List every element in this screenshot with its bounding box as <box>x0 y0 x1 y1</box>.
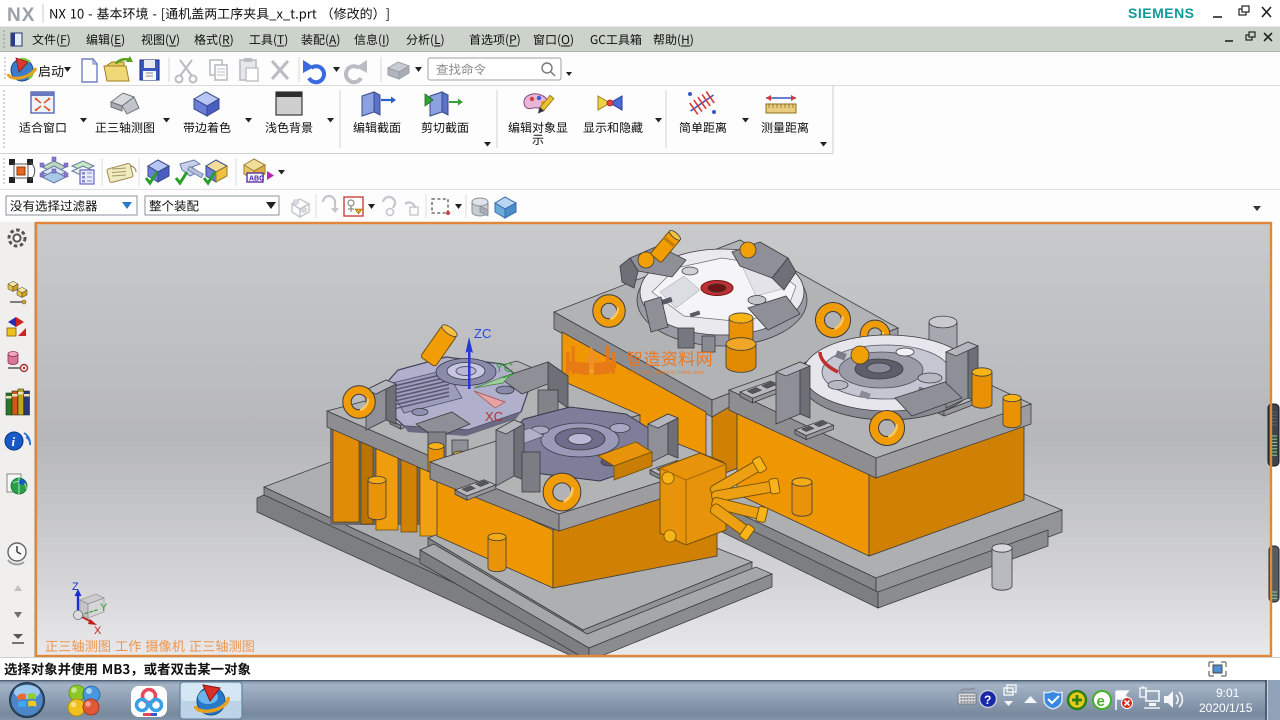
svg-text:9:01: 9:01 <box>1216 686 1240 700</box>
svg-text:YC: YC <box>495 360 513 375</box>
svg-text:Z: Z <box>72 581 79 593</box>
svg-text:NX: NX <box>7 5 35 26</box>
svg-text:X: X <box>94 625 102 637</box>
svg-text:i: i <box>12 434 16 449</box>
svg-text:2020/1/15: 2020/1/15 <box>1199 701 1253 715</box>
svg-text:ABC: ABC <box>249 176 264 183</box>
svg-text:?: ? <box>984 693 991 707</box>
svg-text:SIEMENS: SIEMENS <box>1128 5 1195 21</box>
svg-text:Y: Y <box>100 602 108 614</box>
svg-text:ZC: ZC <box>474 326 491 341</box>
svg-text:XC: XC <box>485 409 503 424</box>
svg-text:e: e <box>1097 693 1105 710</box>
